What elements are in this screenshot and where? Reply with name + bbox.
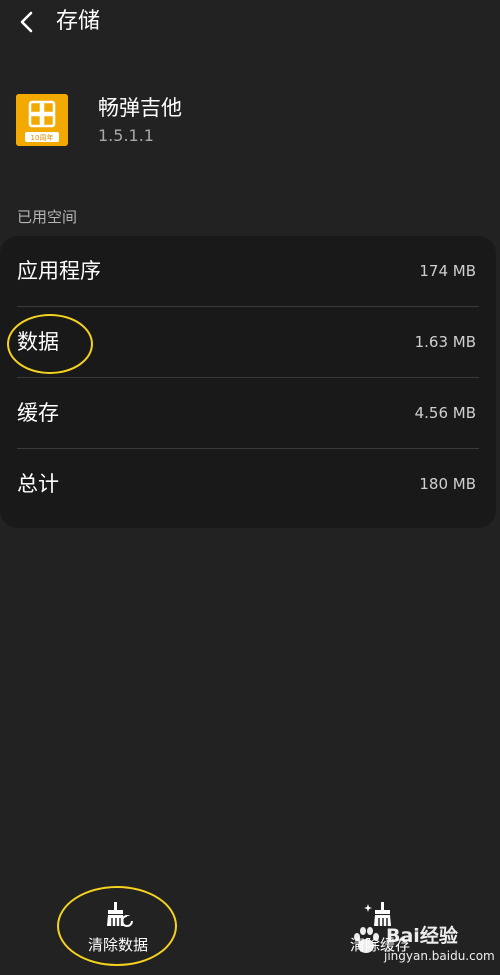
app-name: 畅弹吉他 bbox=[98, 96, 182, 120]
storage-row-label: 总计 bbox=[17, 472, 59, 496]
storage-row-value: 174 MB bbox=[419, 262, 476, 280]
storage-row-cache: 缓存 4.56 MB bbox=[0, 378, 496, 449]
app-version: 1.5.1.1 bbox=[98, 126, 154, 145]
clear-data-button[interactable]: 清除数据 bbox=[48, 901, 188, 965]
storage-card: 应用程序 174 MB 数据 1.63 MB 缓存 4.56 MB 总计 180… bbox=[0, 236, 496, 528]
watermark-brand: Bai经验 bbox=[386, 925, 458, 947]
paw-logo-icon bbox=[354, 927, 379, 953]
storage-row-label: 数据 bbox=[17, 330, 59, 354]
app-bar: 存储 bbox=[0, 0, 500, 46]
baidu-jingyan-watermark: Bai经验 jingyan.baidu.com bbox=[348, 922, 495, 968]
app-icon-caption: 10周年 bbox=[31, 133, 54, 142]
app-icon: 10周年 bbox=[16, 94, 68, 146]
app-info: 10周年 畅弹吉他 1.5.1.1 bbox=[16, 94, 476, 150]
back-arrow-icon bbox=[20, 11, 33, 33]
storage-row-app: 应用程序 174 MB bbox=[0, 236, 496, 307]
storage-row-value: 4.56 MB bbox=[414, 404, 476, 422]
clear-data-label: 清除数据 bbox=[87, 936, 148, 954]
broom-clear-data-icon bbox=[107, 902, 133, 927]
watermark-url: jingyan.baidu.com bbox=[384, 949, 495, 963]
back-button[interactable] bbox=[12, 7, 42, 37]
storage-row-value: 180 MB bbox=[419, 475, 476, 493]
storage-row-label: 应用程序 bbox=[17, 259, 101, 283]
guitar-app-logo-icon: 10周年 bbox=[16, 94, 68, 146]
storage-row-total: 总计 180 MB bbox=[0, 449, 496, 520]
storage-row-data: 数据 1.63 MB bbox=[0, 307, 496, 378]
section-label-used-space: 已用空间 bbox=[17, 208, 78, 226]
storage-row-label: 缓存 bbox=[17, 401, 59, 425]
page-title: 存储 bbox=[56, 9, 101, 34]
storage-row-value: 1.63 MB bbox=[414, 333, 476, 351]
